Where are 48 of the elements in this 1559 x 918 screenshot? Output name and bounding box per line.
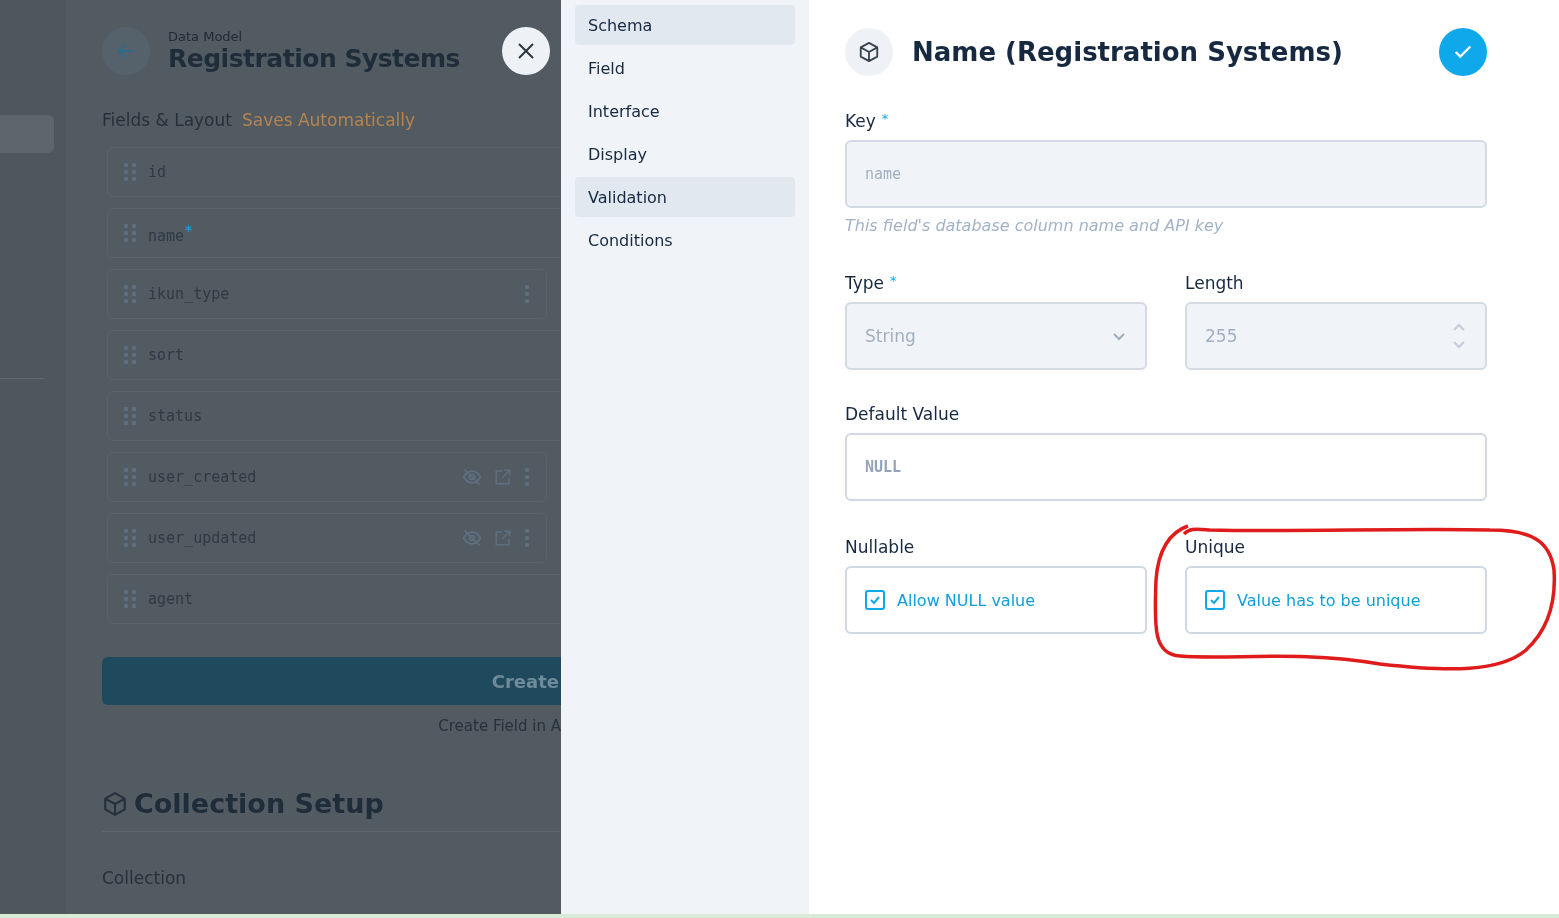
more-icon[interactable] <box>524 284 530 304</box>
nav-item[interactable]: Interface <box>575 91 795 131</box>
save-button[interactable] <box>1439 28 1487 76</box>
nav-item[interactable]: Schema <box>575 5 795 45</box>
field-label: Key <box>845 111 876 131</box>
drag-handle-icon[interactable] <box>124 162 136 182</box>
field-label: Type <box>845 273 885 293</box>
check-icon <box>869 594 881 606</box>
close-button[interactable] <box>501 27 550 75</box>
checkbox[interactable] <box>1205 590 1225 610</box>
checkbox-label: Allow NULL value <box>897 590 1036 610</box>
checkbox[interactable] <box>865 590 885 610</box>
nav-item[interactable]: Field <box>575 48 795 88</box>
drag-handle-icon[interactable] <box>124 467 136 487</box>
field-hint: This field's database column name and API key <box>845 216 1225 235</box>
required-mark: * <box>881 111 889 128</box>
checkbox-field[interactable]: Value has to be unique <box>1185 566 1487 634</box>
required-mark: * <box>890 273 897 290</box>
nav-item[interactable]: Conditions <box>575 220 795 260</box>
cube-icon <box>102 790 128 817</box>
cube-icon <box>858 41 880 63</box>
drag-handle-icon[interactable] <box>124 528 136 548</box>
field-label: Default Value <box>845 404 960 424</box>
drag-handle-icon[interactable] <box>124 223 136 243</box>
drag-handle-icon[interactable] <box>124 345 136 365</box>
field-label: Length <box>1185 273 1244 293</box>
field-label: Nullable <box>845 537 915 557</box>
nav-item[interactable]: Display <box>575 134 795 174</box>
drag-handle-icon[interactable] <box>124 284 136 304</box>
drag-handle-icon[interactable] <box>124 406 136 426</box>
edit-icon[interactable] <box>494 529 512 547</box>
create-field-button[interactable]: Create <box>102 657 561 705</box>
nav-item[interactable]: Validation <box>575 177 795 217</box>
more-icon[interactable] <box>524 467 530 487</box>
close-icon <box>515 41 536 61</box>
checkbox-field[interactable]: Allow NULL value <box>845 566 1147 634</box>
more-icon[interactable] <box>524 528 530 548</box>
field-label: Unique <box>1185 537 1245 557</box>
check-icon <box>1209 594 1221 606</box>
input-field[interactable]: NULL <box>845 433 1487 501</box>
drag-handle-icon[interactable] <box>124 589 136 609</box>
eye-off-icon[interactable] <box>462 467 482 487</box>
checkbox-label: Value has to be unique <box>1237 590 1421 610</box>
back-button[interactable] <box>102 27 150 75</box>
save-status: Saves Automatically <box>241 110 416 130</box>
eye-off-icon[interactable] <box>462 528 482 548</box>
edit-icon[interactable] <box>494 468 512 486</box>
drawer-title: Name (Registration Systems) <box>912 37 1344 67</box>
